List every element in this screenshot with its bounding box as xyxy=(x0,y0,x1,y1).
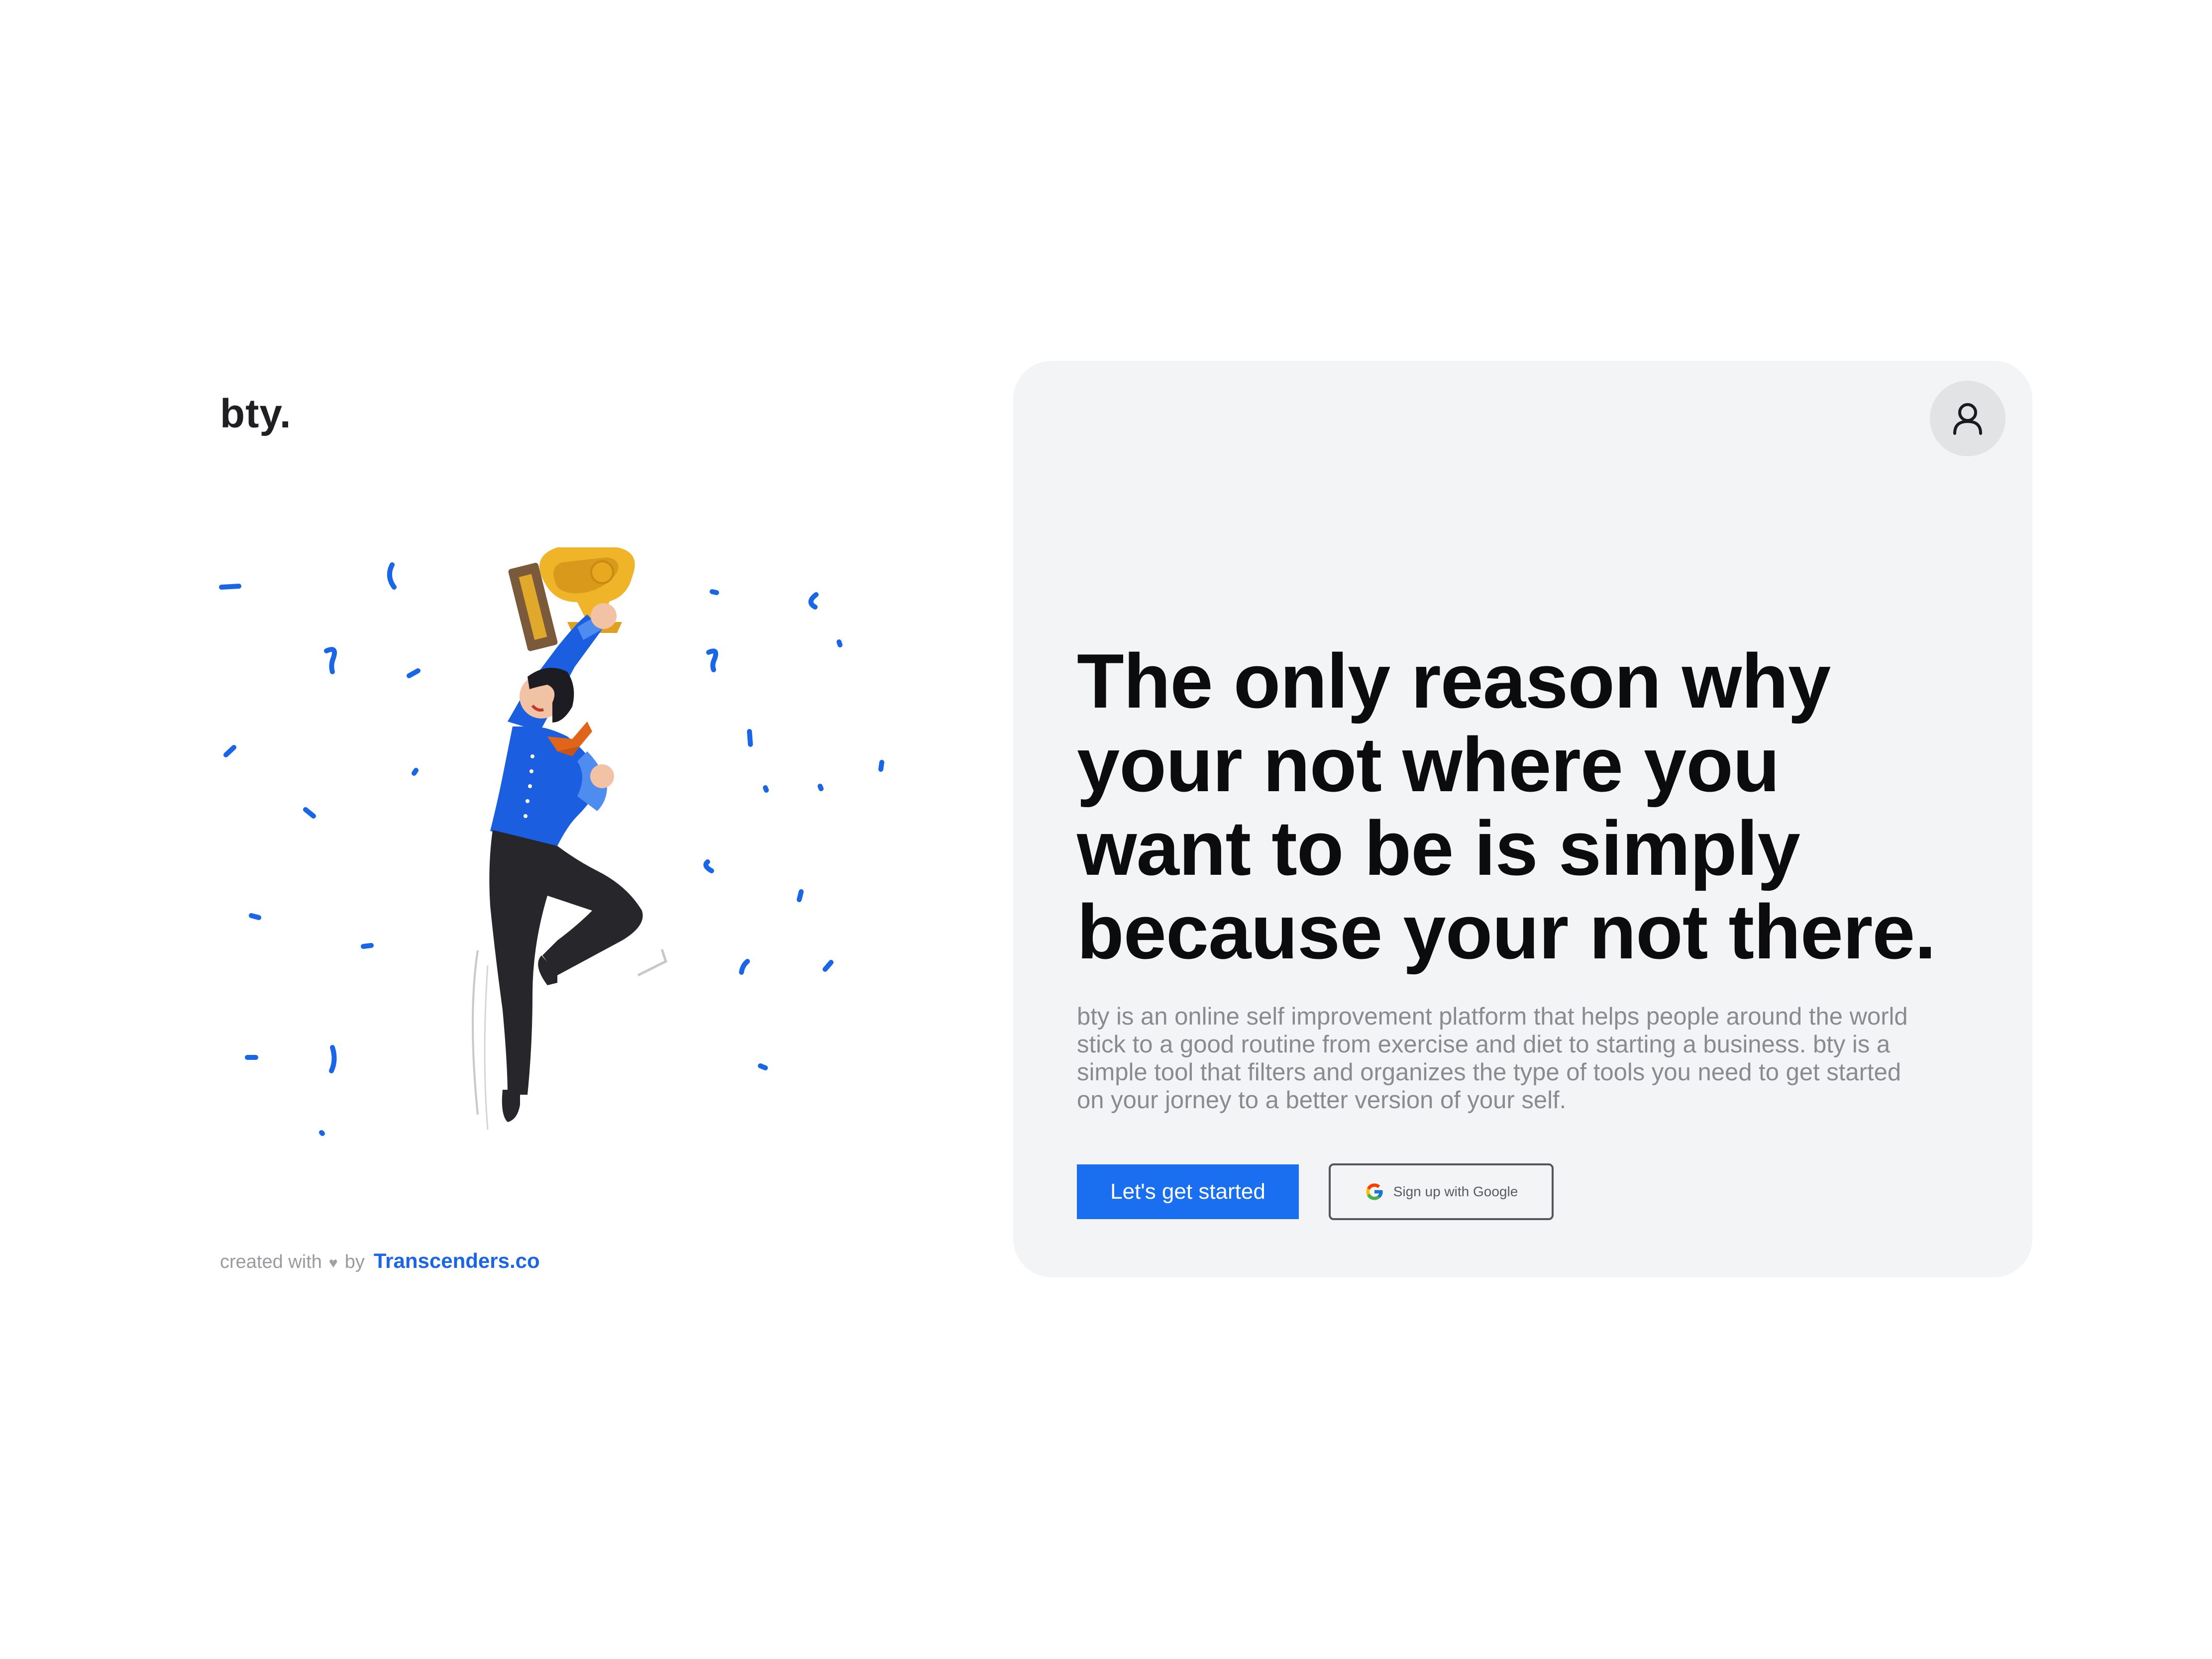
heart-icon: ♥ xyxy=(328,1255,338,1271)
google-signup-button[interactable]: Sign up with Google xyxy=(1329,1163,1554,1220)
by-label: by xyxy=(344,1251,365,1272)
hero-card: The only reason why your not where you w… xyxy=(1013,361,2032,1277)
created-with-label: created with xyxy=(220,1251,322,1272)
account-button[interactable] xyxy=(1930,381,2005,456)
hero-description: bty is an online self improvement platfo… xyxy=(1077,1003,1908,1114)
hero-headline: The only reason why your not where you w… xyxy=(1077,638,1936,975)
google-signup-label: Sign up with Google xyxy=(1393,1184,1518,1199)
get-started-button[interactable]: Let's get started xyxy=(1077,1164,1299,1219)
google-icon xyxy=(1366,1183,1383,1200)
celebration-illustration xyxy=(219,547,884,1136)
brand-logo[interactable]: bty. xyxy=(220,391,292,437)
landing-page: bty. created with ♥ by Transcenders.co T… xyxy=(0,0,2212,1659)
celebrating-person xyxy=(489,603,643,1122)
footer-credit: created with ♥ by Transcenders.co xyxy=(220,1249,540,1273)
credit-link[interactable]: Transcenders.co xyxy=(374,1249,540,1273)
user-icon xyxy=(1953,403,1982,435)
